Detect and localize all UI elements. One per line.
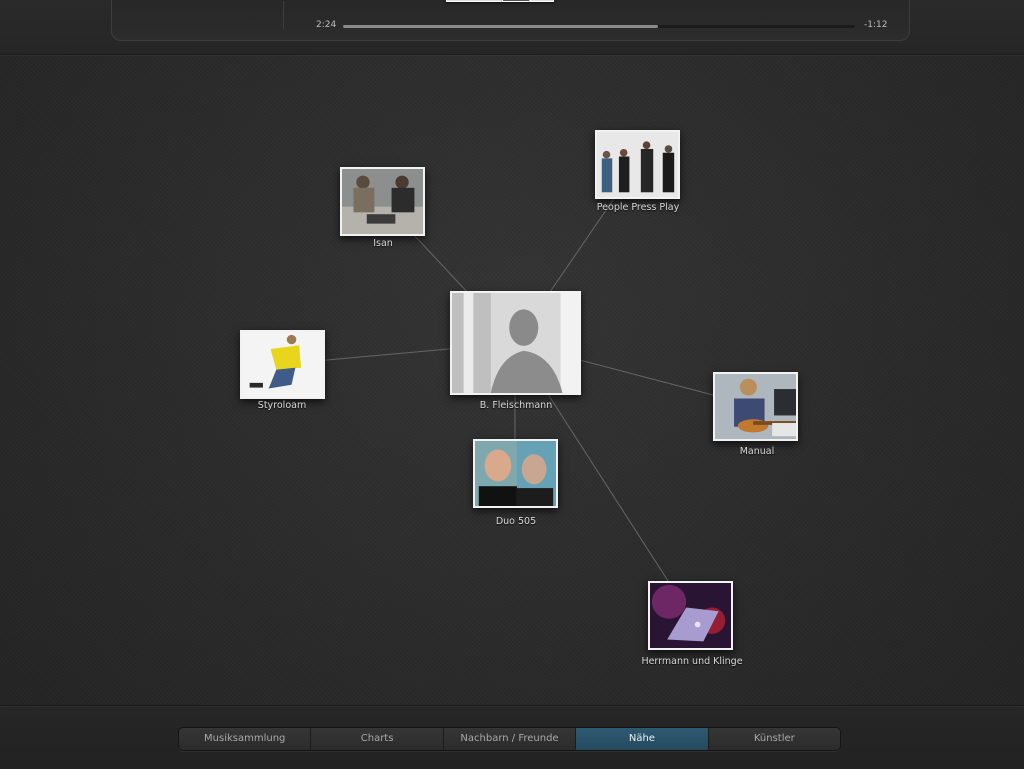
artist-name: B. Fleischmann [479,400,553,411]
artist-name: Manual [739,446,775,457]
artist-name: Duo 505 [495,516,537,527]
artist-name: Styroloam [257,400,307,411]
tab-musiksammlung[interactable]: Musiksammlung [179,728,312,750]
artist-photo-icon[interactable] [240,330,325,399]
artist-photo-icon[interactable] [473,439,558,508]
artist-photo-icon[interactable] [648,581,733,650]
artist-photo-icon[interactable] [713,372,798,441]
artist-name: Isan [373,238,393,249]
tab-naehe[interactable]: Nähe [576,728,709,750]
artist-photo-icon[interactable] [340,167,425,236]
tab-nachbarn-freunde[interactable]: Nachbarn / Freunde [444,728,577,750]
tab-bar: Musiksammlung Charts Nachbarn / Freunde … [178,727,841,751]
artist-name: Herrmann und Klinge [641,656,743,667]
artist-photo-icon[interactable] [595,130,680,199]
artist-photo-icon[interactable] [450,291,581,395]
tab-charts[interactable]: Charts [311,728,444,750]
bottom-navigation: Musiksammlung Charts Nachbarn / Freunde … [0,705,1024,769]
tab-kuenstler[interactable]: Künstler [709,728,840,750]
artist-name: People Press Play [596,202,680,213]
